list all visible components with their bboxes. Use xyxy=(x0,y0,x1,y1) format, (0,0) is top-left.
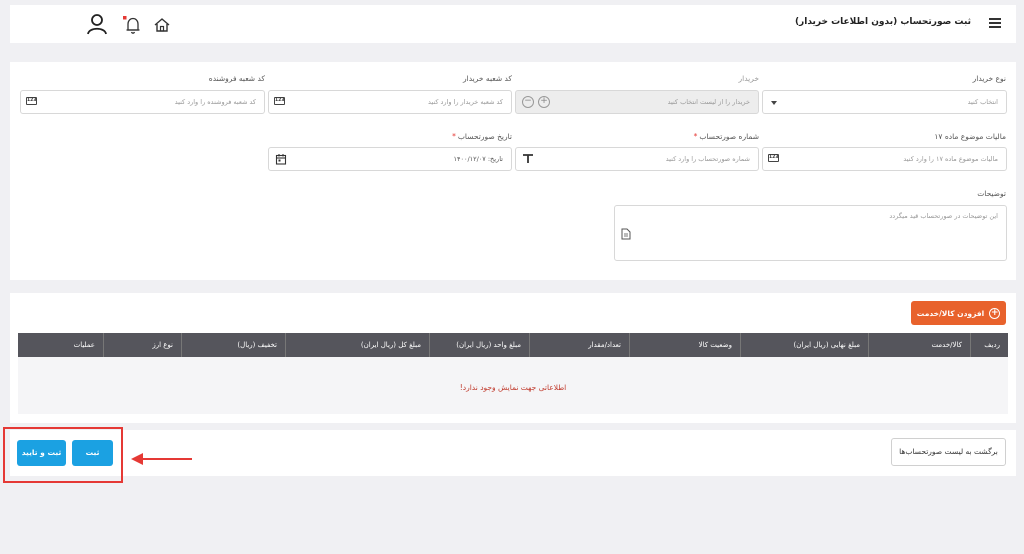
highlight-box xyxy=(3,427,123,483)
items-card: + افزودن کالا/خدمت ردیف کالا/خدمت مبلغ ن… xyxy=(10,293,1016,423)
invoice-date-value: تاریخ: ۱۴۰۰/۱۲/۰۷ xyxy=(453,155,503,163)
description-placeholder: این توضیحات در صورتحساب قید میگردد xyxy=(889,212,998,220)
numeric-icon: 123 xyxy=(26,97,37,105)
page-title: ثبت صورتحساب (بدون اطلاعات خریدار) xyxy=(794,17,971,27)
description-label: توضیحات xyxy=(977,189,1006,198)
notification-dot xyxy=(123,16,127,20)
items-table-header: ردیف کالا/خدمت مبلغ نهایی (ریال ایران) و… xyxy=(18,333,1008,357)
required-mark: * xyxy=(693,132,698,141)
col-total-amount[interactable]: مبلغ کل (ریال ایران) xyxy=(285,333,429,357)
invoice-form-card: نوع خریدار خریدار کد شعبه خریدار کد شعبه… xyxy=(10,62,1016,280)
chevron-down-icon xyxy=(771,101,777,105)
buyer-branch-input[interactable]: کد شعبه خریدار را وارد کنید 123 xyxy=(268,90,512,114)
seller-branch-input[interactable]: کد شعبه فروشنده را وارد کنید 123 xyxy=(20,90,265,114)
remove-circle-icon[interactable]: − xyxy=(522,96,534,108)
add-circle-icon[interactable]: + xyxy=(538,96,550,108)
arrow-left-icon xyxy=(131,453,192,465)
top-bar: ثبت صورتحساب (بدون اطلاعات خریدار) xyxy=(10,5,1016,43)
tax-article17-label: مالیات موضوع ماده ۱۷ xyxy=(934,132,1006,141)
user-icon[interactable] xyxy=(86,13,108,35)
description-textarea[interactable]: این توضیحات در صورتحساب قید میگردد xyxy=(614,205,1007,261)
menu-icon[interactable] xyxy=(989,18,1001,28)
buyer-label: خریدار xyxy=(738,74,759,83)
buyer-type-placeholder: انتخاب کنید xyxy=(967,98,998,106)
tax-article17-placeholder: مالیات موضوع ماده ۱۷ را وارد کنید xyxy=(903,155,998,163)
bell-icon[interactable] xyxy=(122,14,144,36)
required-mark: * xyxy=(452,132,456,141)
numeric-icon: 123 xyxy=(274,97,285,105)
items-table-body: اطلاعاتی جهت نمایش وجود ندارد! xyxy=(18,357,1008,414)
text-icon xyxy=(523,154,533,163)
col-unit-price[interactable]: مبلغ واحد (ریال ایران) xyxy=(429,333,529,357)
col-quantity[interactable]: تعداد/مقدار xyxy=(529,333,629,357)
col-currency[interactable]: نوع ارز xyxy=(103,333,181,357)
invoice-date-input[interactable]: تاریخ: ۱۴۰۰/۱۲/۰۷ xyxy=(268,147,512,171)
col-row[interactable]: ردیف xyxy=(970,333,1008,357)
buyer-type-select[interactable]: انتخاب کنید xyxy=(762,90,1007,114)
buyer-select[interactable]: خریدار را از لیست انتخاب کنید + − xyxy=(515,90,759,114)
back-to-list-button[interactable]: برگشت به لیست صورتحساب‌ها xyxy=(891,438,1006,466)
invoice-date-label: تاریخ صورتحساب* xyxy=(452,132,512,141)
numeric-icon: 123 xyxy=(768,154,779,162)
calendar-icon[interactable] xyxy=(275,153,287,165)
col-item-status[interactable]: وضعیت کالا xyxy=(629,333,740,357)
home-icon[interactable] xyxy=(151,14,173,36)
buyer-placeholder: خریدار را از لیست انتخاب کنید xyxy=(667,98,750,106)
document-icon xyxy=(621,228,631,240)
col-item[interactable]: کالا/خدمت xyxy=(868,333,970,357)
tax-article17-input[interactable]: مالیات موضوع ماده ۱۷ را وارد کنید 123 xyxy=(762,147,1007,171)
invoice-number-label: شماره صورتحساب* xyxy=(693,132,759,141)
add-item-label: افزودن کالا/خدمت xyxy=(916,308,985,318)
buyer-branch-placeholder: کد شعبه خریدار را وارد کنید xyxy=(428,98,503,106)
col-discount[interactable]: تخفیف (ریال) xyxy=(181,333,285,357)
col-final-amount[interactable]: مبلغ نهایی (ریال ایران) xyxy=(740,333,868,357)
invoice-number-input[interactable]: شماره صورتحساب را وارد کنید xyxy=(515,147,759,171)
empty-message: اطلاعاتی جهت نمایش وجود ندارد! xyxy=(459,383,567,392)
add-item-button[interactable]: + افزودن کالا/خدمت xyxy=(911,301,1006,325)
buyer-type-label: نوع خریدار xyxy=(972,74,1006,83)
col-actions[interactable]: عملیات xyxy=(38,333,103,357)
invoice-number-placeholder: شماره صورتحساب را وارد کنید xyxy=(665,155,750,163)
buyer-branch-label: کد شعبه خریدار xyxy=(463,74,512,83)
seller-branch-placeholder: کد شعبه فروشنده را وارد کنید xyxy=(174,98,256,106)
plus-circle-icon: + xyxy=(989,307,1001,319)
seller-branch-label: کد شعبه فروشنده xyxy=(208,74,265,83)
